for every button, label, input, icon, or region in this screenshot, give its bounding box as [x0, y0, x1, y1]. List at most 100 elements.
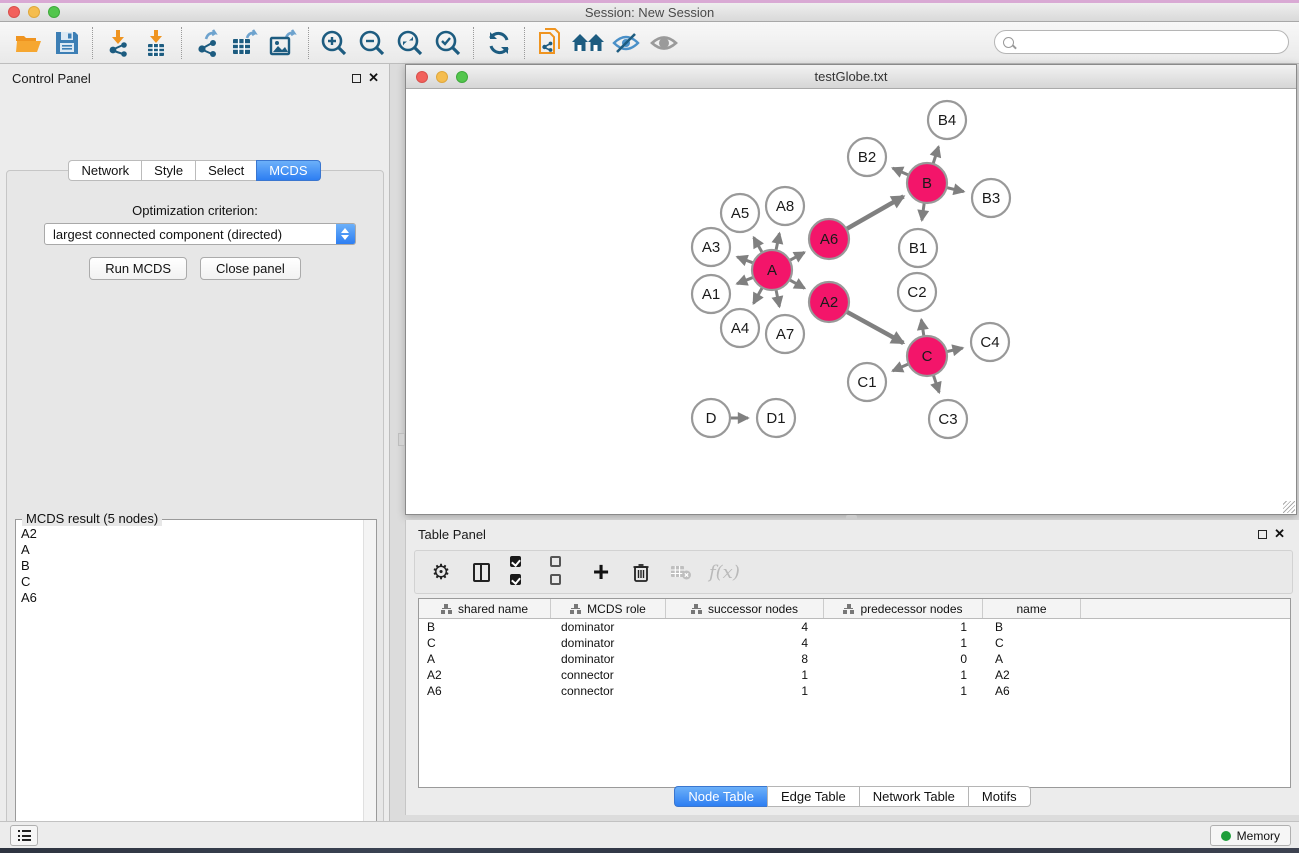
tab-mcds[interactable]: MCDS [256, 160, 320, 181]
table-cell[interactable]: dominator [551, 636, 666, 650]
table-cell[interactable]: 8 [666, 652, 824, 666]
deselect-all-button[interactable] [549, 560, 573, 584]
edge-A6-B[interactable] [845, 196, 903, 229]
edge-A-A3[interactable] [737, 257, 754, 263]
node-C[interactable]: C [907, 336, 947, 376]
close-table-panel-icon[interactable]: ✕ [1274, 526, 1285, 542]
result-item[interactable]: A6 [17, 590, 362, 606]
node-table[interactable]: shared nameMCDS rolesuccessor nodesprede… [418, 598, 1291, 788]
zoom-in-button[interactable] [315, 25, 353, 61]
table-cell[interactable]: A2 [983, 668, 1081, 682]
table-cell[interactable]: dominator [551, 620, 666, 634]
edge-A-A5[interactable] [754, 237, 763, 253]
export-network-button[interactable] [188, 25, 226, 61]
select-all-button[interactable] [509, 560, 533, 584]
float-table-panel-icon[interactable] [1258, 530, 1267, 539]
tab-select[interactable]: Select [195, 160, 256, 181]
table-cell[interactable]: 1 [666, 668, 824, 682]
table-cell[interactable]: A6 [419, 684, 551, 698]
run-mcds-button[interactable]: Run MCDS [89, 257, 187, 280]
edge-B-B2[interactable] [893, 168, 910, 175]
node-A7[interactable]: A7 [766, 315, 804, 353]
edge-A-A1[interactable] [737, 277, 754, 284]
result-item[interactable]: A [17, 542, 362, 558]
task-history-button[interactable] [10, 825, 38, 846]
window-resize-grip[interactable] [1283, 501, 1295, 513]
column-header-MCDS-role[interactable]: MCDS role [551, 599, 666, 618]
tab-network[interactable]: Network [68, 160, 141, 181]
table-cell[interactable]: 1 [824, 620, 983, 634]
table-cell[interactable]: A2 [419, 668, 551, 682]
node-C2[interactable]: C2 [898, 273, 936, 311]
edge-C-C4[interactable] [946, 348, 963, 352]
node-B1[interactable]: B1 [899, 229, 937, 267]
search-field[interactable] [994, 30, 1289, 54]
table-cell[interactable]: C [983, 636, 1081, 650]
show-columns-button[interactable] [469, 560, 493, 584]
close-panel-icon[interactable]: ✕ [368, 70, 379, 86]
table-cell[interactable]: 0 [824, 652, 983, 666]
function-builder-button[interactable]: f(x) [709, 560, 740, 584]
node-D[interactable]: D [692, 399, 730, 437]
edge-A-A2[interactable] [789, 279, 805, 288]
node-A6[interactable]: A6 [809, 219, 849, 259]
save-session-button[interactable] [48, 25, 86, 61]
edge-C-C2[interactable] [921, 320, 924, 338]
table-cell[interactable]: connector [551, 668, 666, 682]
tab-edge-table[interactable]: Edge Table [767, 786, 859, 807]
import-network-button[interactable] [99, 25, 137, 61]
criterion-dropdown[interactable]: largest connected component (directed) [44, 223, 356, 245]
edge-B-B3[interactable] [945, 187, 963, 191]
edge-A2-C[interactable] [846, 311, 904, 343]
delete-table-button[interactable] [669, 560, 693, 584]
table-cell[interactable]: dominator [551, 652, 666, 666]
table-cell[interactable]: B [419, 620, 551, 634]
home-view-button[interactable] [569, 25, 607, 61]
node-B2[interactable]: B2 [848, 138, 886, 176]
node-A8[interactable]: A8 [766, 187, 804, 225]
column-header-successor-nodes[interactable]: successor nodes [666, 599, 824, 618]
edge-B-B1[interactable] [922, 202, 925, 220]
table-row[interactable]: Adominator80A [419, 651, 1290, 667]
network-vertical-scroll-thumb[interactable] [398, 433, 405, 446]
table-cell[interactable]: A [419, 652, 551, 666]
node-D1[interactable]: D1 [757, 399, 795, 437]
float-panel-icon[interactable] [352, 74, 361, 83]
zoom-out-button[interactable] [353, 25, 391, 61]
table-cell[interactable]: 4 [666, 636, 824, 650]
edge-C-C1[interactable] [893, 364, 910, 371]
table-cell[interactable]: 1 [824, 684, 983, 698]
node-A3[interactable]: A3 [692, 228, 730, 266]
result-item[interactable]: A2 [17, 526, 362, 542]
tab-motifs[interactable]: Motifs [968, 786, 1031, 807]
node-C3[interactable]: C3 [929, 400, 967, 438]
edge-A-A4[interactable] [754, 287, 763, 304]
result-item[interactable]: B [17, 558, 362, 574]
search-input[interactable] [1020, 35, 1288, 49]
mcds-result-list[interactable]: A2ABCA6 [17, 526, 362, 853]
refresh-button[interactable] [480, 25, 518, 61]
add-column-button[interactable]: + [589, 560, 613, 584]
table-cell[interactable]: connector [551, 684, 666, 698]
table-row[interactable]: Cdominator41C [419, 635, 1290, 651]
table-row[interactable]: A2connector11A2 [419, 667, 1290, 683]
node-A1[interactable]: A1 [692, 275, 730, 313]
edge-A-A6[interactable] [789, 252, 805, 261]
column-header-predecessor-nodes[interactable]: predecessor nodes [824, 599, 983, 618]
node-C1[interactable]: C1 [848, 363, 886, 401]
node-A2[interactable]: A2 [809, 282, 849, 322]
result-scrollbar[interactable] [363, 520, 376, 853]
node-A5[interactable]: A5 [721, 194, 759, 232]
node-B4[interactable]: B4 [928, 101, 966, 139]
tab-node-table[interactable]: Node Table [674, 786, 767, 807]
edge-C-C3[interactable] [933, 374, 939, 392]
table-cell[interactable]: 1 [666, 684, 824, 698]
table-settings-button[interactable]: ⚙ [429, 560, 453, 584]
node-C4[interactable]: C4 [971, 323, 1009, 361]
edge-A-A7[interactable] [776, 289, 780, 307]
close-panel-button[interactable]: Close panel [200, 257, 301, 280]
result-item[interactable]: C [17, 574, 362, 590]
export-image-button[interactable] [264, 25, 302, 61]
tab-style[interactable]: Style [141, 160, 195, 181]
show-details-button[interactable] [645, 25, 683, 61]
